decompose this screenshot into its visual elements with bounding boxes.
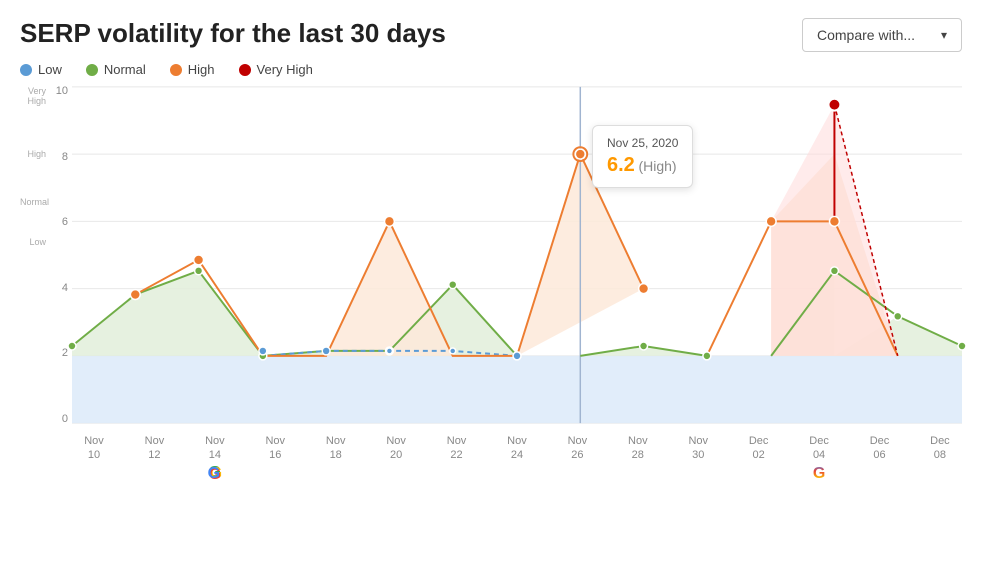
- green-dot-dec08: [958, 342, 966, 350]
- x-label-nov24: Nov24: [495, 434, 539, 463]
- y-section-low: Low: [20, 237, 46, 247]
- orange-dot-dec04: [829, 216, 839, 226]
- page-title: SERP volatility for the last 30 days: [20, 18, 446, 49]
- green-dot-nov28: [703, 352, 711, 360]
- x-label-nov22: Nov22: [435, 434, 479, 463]
- x-label-dec04: Dec04 G: [797, 434, 841, 463]
- orange-dot-dec02: [766, 216, 776, 226]
- orange-dot-nov25: [575, 149, 585, 159]
- google-icon-2: G: [813, 464, 825, 485]
- low-dot: [20, 64, 32, 76]
- compare-label: Compare with...: [817, 27, 915, 43]
- very-high-dot: [239, 64, 251, 76]
- legend-very-high: Very High: [239, 62, 313, 77]
- normal-dot: [86, 64, 98, 76]
- green-dot-nov14: [195, 267, 203, 275]
- compare-button[interactable]: Compare with... ▾: [802, 18, 962, 52]
- y-label-0: 0: [62, 413, 68, 425]
- x-label-nov28: Nov28: [616, 434, 660, 463]
- legend-normal: Normal: [86, 62, 146, 77]
- page-header: SERP volatility for the last 30 days Com…: [20, 18, 962, 52]
- x-label-dec08: Dec08: [918, 434, 962, 463]
- orange-dot-nov18: [384, 216, 394, 226]
- blue-dot-nov22: [450, 348, 456, 354]
- legend-high-label: High: [188, 62, 215, 77]
- y-section-high: High: [20, 149, 46, 159]
- green-dot-dec06: [830, 267, 838, 275]
- chart-legend: Low Normal High Very High: [20, 62, 962, 77]
- x-label-nov26: Nov26: [555, 434, 599, 463]
- legend-low-label: Low: [38, 62, 62, 77]
- green-dot-dec06b: [894, 312, 902, 320]
- y-section-normal: Normal: [20, 197, 46, 207]
- orange-dot-nov12: [130, 290, 140, 300]
- x-label-nov14: Nov14 G: [193, 434, 237, 463]
- y-label-4: 4: [62, 282, 68, 294]
- legend-very-high-label: Very High: [257, 62, 313, 77]
- x-label-nov12: Nov12: [132, 434, 176, 463]
- legend-high: High: [170, 62, 215, 77]
- low-fill-polygon: [72, 356, 962, 423]
- google-icon-1: G: [209, 464, 221, 485]
- chevron-down-icon: ▾: [941, 28, 947, 42]
- orange-dot-nov13: [194, 255, 204, 265]
- y-label-8: 8: [62, 151, 68, 163]
- green-dot-nov20: [449, 281, 457, 289]
- y-label-6: 6: [62, 216, 68, 228]
- high-dot: [170, 64, 182, 76]
- x-label-dec02: Dec02: [737, 434, 781, 463]
- blue-dot-nov20: [386, 348, 392, 354]
- y-label-10: 10: [56, 85, 68, 97]
- x-label-nov10: Nov10: [72, 434, 116, 463]
- blue-dot-nov24: [513, 352, 521, 360]
- legend-low: Low: [20, 62, 62, 77]
- legend-normal-label: Normal: [104, 62, 146, 77]
- y-label-2: 2: [62, 347, 68, 359]
- x-label-nov20: Nov20: [374, 434, 418, 463]
- blue-dot-nov18: [322, 347, 330, 355]
- x-label-dec06: Dec06: [857, 434, 901, 463]
- orange-dot-nov26b: [639, 284, 649, 294]
- green-dot-nov10: [68, 342, 76, 350]
- main-chart: [72, 85, 962, 425]
- y-section-very-high: VeryHigh: [20, 87, 46, 107]
- red-dot-dec04: [829, 99, 841, 111]
- x-label-nov18: Nov18: [314, 434, 358, 463]
- x-label-nov30: Nov30: [676, 434, 720, 463]
- blue-dot-nov16: [259, 347, 267, 355]
- green-dot-nov26: [640, 342, 648, 350]
- x-label-nov16: Nov16: [253, 434, 297, 463]
